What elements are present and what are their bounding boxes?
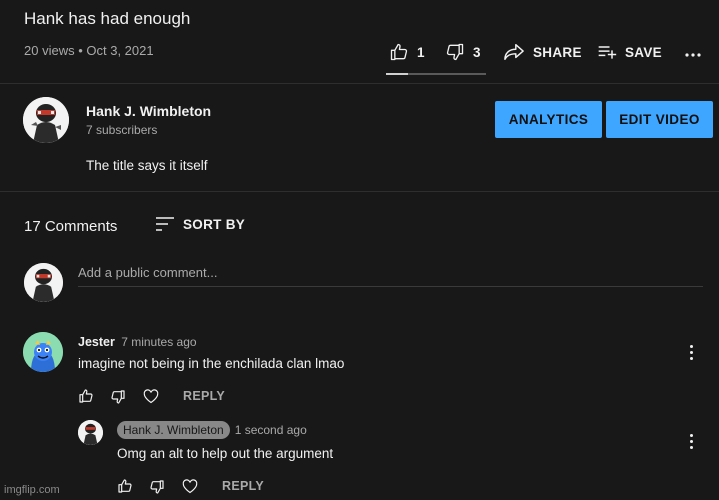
share-button[interactable]: SHARE <box>503 42 582 62</box>
channel-name[interactable]: Hank J. Wimbleton <box>86 103 211 119</box>
comment-count: 17 Comments <box>24 218 118 235</box>
share-label: SHARE <box>533 44 582 60</box>
sort-by-label: SORT BY <box>183 216 246 232</box>
video-description: The title says it itself <box>86 158 208 173</box>
comment-menu-button[interactable] <box>690 345 694 363</box>
reply-header: Hank J. Wimbleton 1 second ago <box>117 421 307 439</box>
more-vertical-icon <box>690 434 694 449</box>
reply-like-button[interactable] <box>117 478 133 494</box>
more-vertical-icon <box>690 345 694 360</box>
thumb-up-icon <box>117 478 133 494</box>
divider-top <box>0 83 719 84</box>
reply-text: Omg an alt to help out the argument <box>117 446 334 461</box>
analytics-button[interactable]: ANALYTICS <box>495 101 602 138</box>
like-count: 1 <box>417 44 425 60</box>
heart-icon <box>182 479 198 494</box>
user-avatar <box>24 263 63 302</box>
save-button[interactable]: SAVE <box>597 42 662 62</box>
video-title: Hank has had enough <box>24 9 191 28</box>
add-comment-underline <box>78 286 703 287</box>
reply-menu-button[interactable] <box>690 434 694 452</box>
like-button[interactable]: 1 <box>389 42 425 62</box>
reply-dislike-button[interactable] <box>149 479 165 495</box>
comment-like-button[interactable] <box>78 388 94 404</box>
thumb-down-icon <box>445 42 465 62</box>
heart-icon <box>143 389 159 404</box>
reply-author-avatar[interactable] <box>78 420 103 445</box>
dislike-count: 3 <box>473 44 481 60</box>
like-ratio-fill <box>386 73 408 75</box>
playlist-add-icon <box>597 42 617 62</box>
comment-time[interactable]: 7 minutes ago <box>121 335 196 349</box>
sort-icon <box>155 216 175 232</box>
dislike-button[interactable]: 3 <box>445 42 481 62</box>
subscriber-count: 7 subscribers <box>86 123 158 137</box>
thumb-up-icon <box>78 388 94 404</box>
edit-video-button[interactable]: EDIT VIDEO <box>606 101 713 138</box>
comment-reply-button[interactable]: REPLY <box>183 389 225 403</box>
add-comment-input[interactable]: Add a public comment... <box>78 265 217 280</box>
upload-date: Oct 3, 2021 <box>86 43 154 58</box>
view-count: 20 views <box>24 43 75 58</box>
comment-dislike-button[interactable] <box>110 389 126 405</box>
thumb-down-icon <box>110 389 126 405</box>
thumb-up-icon <box>389 42 409 62</box>
channel-avatar[interactable] <box>23 97 69 143</box>
meta-separator: • <box>78 43 83 58</box>
thumb-down-icon <box>149 479 165 495</box>
reply-heart-button[interactable] <box>182 479 198 494</box>
comment-header: Jester 7 minutes ago <box>78 335 197 349</box>
watermark-label: imgflip.com <box>4 484 60 496</box>
comment-author-avatar[interactable] <box>23 332 63 372</box>
comment-heart-button[interactable] <box>143 389 159 404</box>
reply-author-owner-chip[interactable]: Hank J. Wimbleton <box>117 421 230 439</box>
video-meta: 20 views • Oct 3, 2021 <box>24 43 154 58</box>
more-actions-button[interactable] <box>685 52 701 58</box>
comment-text: imagine not being in the enchilada clan … <box>78 356 345 371</box>
share-icon <box>503 42 525 62</box>
comment-author[interactable]: Jester <box>78 335 115 349</box>
reply-time[interactable]: 1 second ago <box>235 423 307 437</box>
reply-reply-button[interactable]: REPLY <box>222 479 264 493</box>
sort-by-button[interactable]: SORT BY <box>155 216 245 232</box>
divider-description <box>0 191 719 192</box>
save-label: SAVE <box>625 44 662 60</box>
more-horizontal-icon <box>685 52 701 58</box>
